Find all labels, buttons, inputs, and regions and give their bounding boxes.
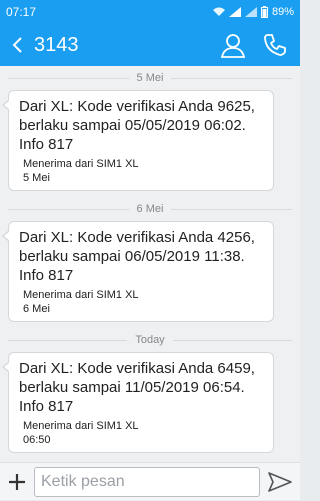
plus-icon	[9, 473, 25, 490]
message-input[interactable]	[34, 466, 260, 497]
date-separator: 6 Mei	[0, 197, 300, 221]
add-attachment-button[interactable]	[0, 463, 34, 501]
status-time: 07:17	[6, 5, 37, 19]
message-text: Dari XL: Kode verifikasi Anda 9625, berl…	[19, 98, 255, 153]
signal-icon	[228, 7, 241, 17]
battery-icon	[260, 6, 268, 18]
status-icons: 89%	[212, 6, 294, 18]
send-button[interactable]	[260, 463, 300, 501]
back-icon[interactable]	[6, 24, 28, 66]
battery-percent: 89%	[271, 6, 294, 18]
message-bubble[interactable]: Dari XL: Kode verifikasi Anda 6459, berl…	[2, 352, 274, 453]
message-item[interactable]: Dari XL: Kode verifikasi Anda 6459, berl…	[0, 352, 300, 453]
conversation-title: 3143	[34, 33, 79, 56]
message-text: Dari XL: Kode verifikasi Anda 6459, berl…	[19, 360, 255, 415]
wifi-icon	[212, 7, 225, 16]
app-bar: 3143	[0, 24, 300, 66]
date-separator: Today	[0, 328, 300, 352]
message-text: Dari XL: Kode verifikasi Anda 4256, berl…	[19, 229, 255, 284]
contact-icon[interactable]	[216, 28, 250, 62]
send-icon	[268, 471, 292, 492]
call-icon[interactable]	[258, 28, 292, 62]
message-bubble[interactable]: Dari XL: Kode verifikasi Anda 4256, berl…	[2, 221, 274, 322]
message-sim-info: Menerima dari SIM1 XL	[23, 420, 139, 432]
message-item[interactable]: Dari XL: Kode verifikasi Anda 4256, berl…	[0, 221, 300, 322]
status-bar: 07:17 89%	[0, 0, 300, 24]
message-timestamp: 6 Mei	[23, 303, 50, 315]
composer-bar	[0, 462, 300, 500]
signal-icon-2	[244, 7, 257, 17]
message-timestamp: 06:50	[23, 434, 51, 446]
message-bubble[interactable]: Dari XL: Kode verifikasi Anda 9625, berl…	[2, 90, 274, 191]
message-sim-info: Menerima dari SIM1 XL	[23, 158, 139, 170]
date-separator: 5 Mei	[0, 66, 300, 90]
message-item[interactable]: Dari XL: Kode verifikasi Anda 9625, berl…	[0, 90, 300, 191]
message-timestamp: 5 Mei	[23, 172, 50, 184]
message-sim-info: Menerima dari SIM1 XL	[23, 289, 139, 301]
message-thread[interactable]: 5 Mei Dari XL: Kode verifikasi Anda 9625…	[0, 66, 300, 462]
